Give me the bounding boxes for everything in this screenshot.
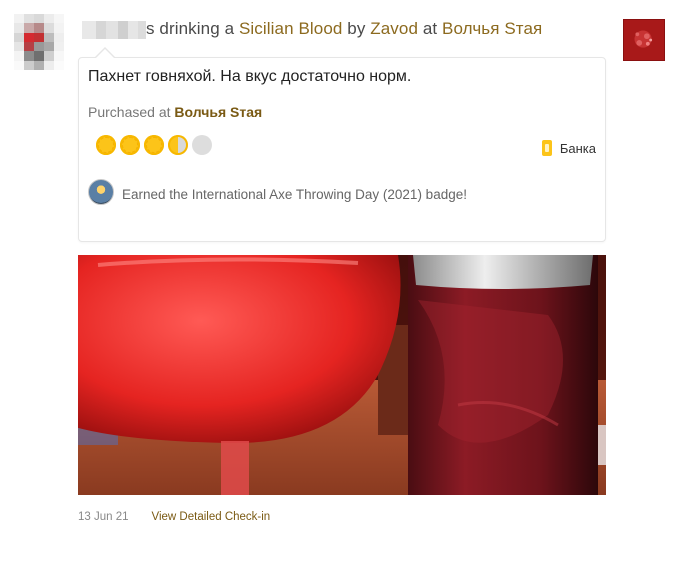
can-icon	[541, 140, 552, 156]
user-name-redacted[interactable]	[82, 21, 146, 39]
beer-label-image	[624, 20, 664, 60]
rating-cap-1	[96, 135, 116, 155]
bubble-arrow-inner	[95, 49, 115, 59]
purchased-at: Purchased at Волчья Sтая	[88, 104, 262, 120]
avatar-pixel	[54, 14, 64, 24]
avatar-pixel	[14, 14, 24, 24]
brewery-link[interactable]: Zavod	[370, 19, 418, 38]
rating-cap-3	[144, 135, 164, 155]
avatar-pixel	[44, 32, 54, 42]
checkin-photo[interactable]	[78, 255, 606, 495]
checkin-headline: s drinking a Sicilian Blood by Zavod at …	[146, 19, 542, 39]
avatar-pixel	[14, 51, 24, 61]
checkin-footer: 13 Jun 21 View Detailed Check-in	[78, 511, 270, 523]
rating-cap-2	[120, 135, 140, 155]
avatar-pixel	[24, 51, 34, 61]
avatar-pixel	[34, 60, 44, 70]
checkin-comment: Пахнет говняхой. На вкус достаточно норм…	[88, 68, 412, 85]
serving-label: Банка	[559, 140, 596, 156]
view-detailed-checkin-link[interactable]: View Detailed Check-in	[152, 511, 271, 523]
avatar-pixel	[44, 51, 54, 61]
avatar-pixel	[34, 51, 44, 61]
venue-link[interactable]: Волчья Sтая	[442, 19, 542, 38]
checkin-date-link[interactable]: 13 Jun 21	[78, 511, 129, 523]
at-text: at	[422, 19, 438, 38]
purchased-venue-link[interactable]: Волчья Sтая	[174, 104, 262, 120]
avatar-pixel	[34, 32, 44, 42]
by-text: by	[347, 19, 366, 38]
avatar-pixel	[24, 60, 34, 70]
action-text: s drinking a	[146, 19, 235, 38]
avatar-pixel	[24, 23, 34, 33]
avatar-pixel	[24, 32, 34, 42]
avatar-pixel	[34, 23, 44, 33]
avatar-pixel	[54, 60, 64, 70]
beer-link[interactable]: Sicilian Blood	[239, 19, 342, 38]
beer-photo-image	[78, 255, 606, 495]
avatar-pixel	[24, 41, 34, 52]
avatar-pixel	[54, 51, 64, 61]
avatar-pixel	[14, 60, 24, 70]
rating-caps	[96, 135, 212, 155]
avatar-pixel	[14, 41, 24, 52]
badge-icon	[88, 179, 114, 205]
avatar-pixel	[44, 23, 54, 33]
serving-style: Банка	[541, 140, 596, 156]
avatar-pixel	[14, 32, 24, 42]
user-avatar[interactable]	[14, 14, 64, 70]
avatar-pixel	[34, 41, 44, 52]
avatar-pixel	[14, 23, 24, 33]
rating-cap-4	[168, 135, 188, 155]
avatar-pixel	[24, 14, 34, 24]
badge-text: Earned the International Axe Throwing Da…	[122, 187, 467, 202]
avatar-pixel	[54, 41, 64, 52]
avatar-pixel	[54, 23, 64, 33]
checkin-card: Пахнет говняхой. На вкус достаточно норм…	[78, 57, 606, 242]
purchased-label: Purchased at	[88, 104, 171, 120]
avatar-pixel	[44, 14, 54, 24]
avatar-pixel	[44, 60, 54, 70]
avatar-pixel	[54, 32, 64, 42]
rating-cap-5	[192, 135, 212, 155]
avatar-pixel	[34, 14, 44, 24]
avatar-pixel	[44, 41, 54, 52]
beer-label-thumbnail[interactable]	[623, 19, 665, 61]
